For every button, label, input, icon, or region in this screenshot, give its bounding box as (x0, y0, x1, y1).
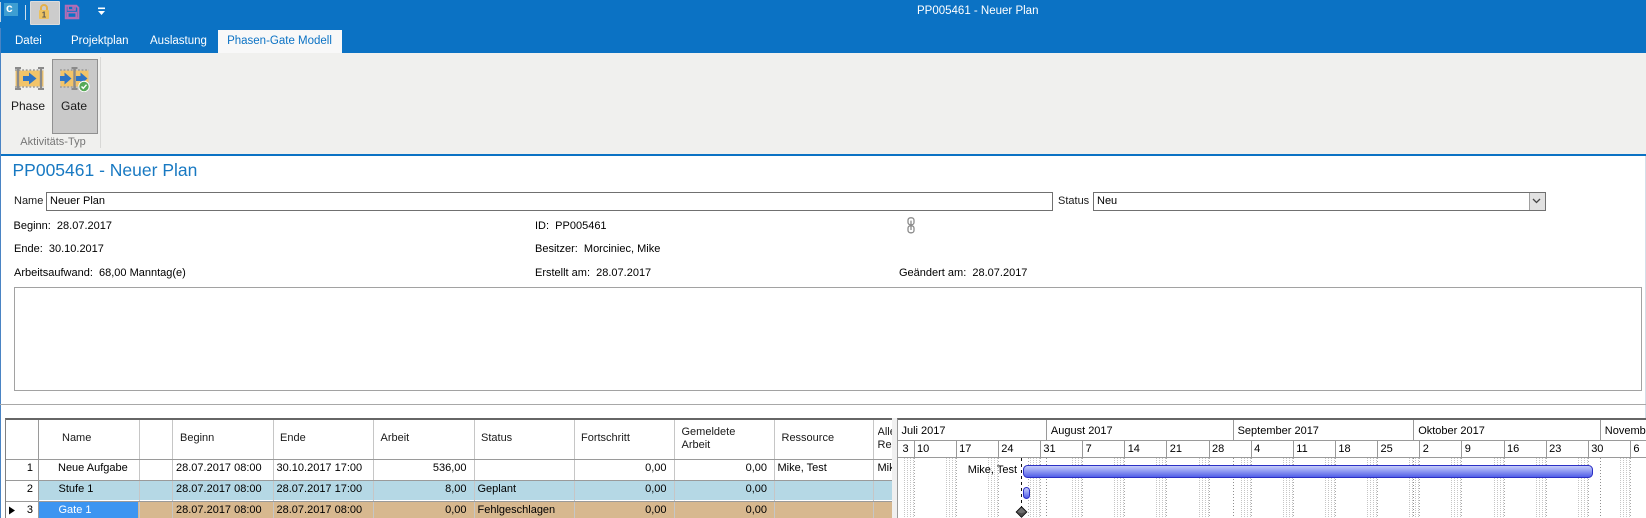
svg-text:1: 1 (42, 11, 47, 20)
